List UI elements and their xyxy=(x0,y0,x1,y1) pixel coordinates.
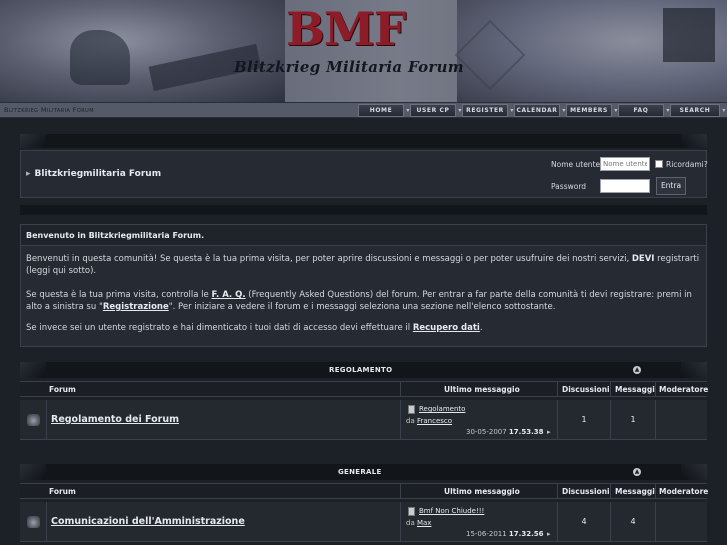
bar-wing-left xyxy=(20,134,46,148)
forum-row: Regolamento dei Forum Regolamento da Fra… xyxy=(20,400,707,440)
go-to-post-icon[interactable]: ▸ xyxy=(547,530,551,538)
nav-register-button[interactable]: REGISTER xyxy=(462,104,514,117)
registration-link[interactable]: Registrazione xyxy=(103,302,169,312)
logo-title[interactable]: BMF xyxy=(286,2,406,56)
document-icon xyxy=(408,507,415,516)
site-name: Blitzkrieg Militaria Forum xyxy=(4,106,94,114)
top-header-bar xyxy=(20,134,707,148)
forum-status-icon xyxy=(27,414,40,426)
nav-home-button[interactable]: HOME xyxy=(358,104,410,117)
col-last-post: Ultimo messaggio xyxy=(444,385,520,394)
col-forum: Forum xyxy=(49,487,76,496)
last-post-date: 30-05-2007 17.53.38 xyxy=(466,428,544,436)
bar-wing-left xyxy=(20,362,46,378)
bar-wing-left xyxy=(20,464,46,480)
password-label: Password xyxy=(551,182,587,191)
last-post-user[interactable]: Francesco xyxy=(417,417,452,425)
welcome-panel: Benvenuto in Blitzkriegmilitaria Forum. … xyxy=(20,224,707,347)
last-post-user[interactable]: Max xyxy=(417,519,431,527)
site-banner: BMF Blitzkrieg Militaria Forum xyxy=(0,0,727,102)
faq-link[interactable]: F. A. Q. xyxy=(211,290,245,300)
col-forum: Forum xyxy=(49,385,76,394)
threads-count: 4 xyxy=(581,517,587,526)
forum-link[interactable]: Regolamento dei Forum xyxy=(51,414,179,425)
welcome-paragraph-2: Se questa è la tua prima visita, control… xyxy=(26,290,692,312)
login-button[interactable]: Entra xyxy=(656,177,686,195)
category-bar: REGOLAMENTO ▲ xyxy=(20,362,707,378)
last-post-title[interactable]: Regolamento xyxy=(419,405,465,413)
posts-count: 1 xyxy=(630,415,636,424)
posts-count: 4 xyxy=(630,517,636,526)
nav-members-button[interactable]: MEMBERS xyxy=(566,104,618,117)
col-moderator: Moderatore xyxy=(659,487,709,496)
collapse-icon[interactable]: ▲ xyxy=(633,468,641,476)
recover-data-link[interactable]: Recupero dati xyxy=(413,323,480,333)
col-posts: Messaggi xyxy=(615,385,655,394)
col-last-post: Ultimo messaggio xyxy=(444,487,520,496)
table-header: Forum Ultimo messaggio Discussioni Messa… xyxy=(20,381,709,397)
bar-wing-right xyxy=(681,464,707,480)
category-title[interactable]: GENERALE xyxy=(338,468,382,476)
last-post-by: da Max xyxy=(406,519,432,527)
navbar: Blitzkrieg Militaria Forum HOME USER CP … xyxy=(0,102,727,118)
nav-faq-button[interactable]: FAQ xyxy=(618,104,670,117)
forum-title[interactable]: ▸ Blitzkriegmilitaria Forum xyxy=(26,169,161,179)
separator-bar xyxy=(20,205,707,215)
forum-row: Comunicazioni dell'Amministrazione Bmf N… xyxy=(20,502,707,542)
col-threads: Discussioni xyxy=(562,487,610,496)
last-post-date: 15-06-2011 17.32.56 xyxy=(466,530,544,538)
nav-search-button[interactable]: SEARCH xyxy=(670,104,726,117)
nav-calendar-button[interactable]: CALENDAR xyxy=(514,104,566,117)
go-to-post-icon[interactable]: ▸ xyxy=(547,428,551,436)
bar-wing-right xyxy=(681,134,707,148)
table-header: Forum Ultimo messaggio Discussioni Messa… xyxy=(20,483,709,499)
forum-link[interactable]: Comunicazioni dell'Amministrazione xyxy=(51,516,245,527)
bar-wing-right xyxy=(681,362,707,378)
username-label: Nome utente xyxy=(551,160,601,169)
category-title[interactable]: REGOLAMENTO xyxy=(329,366,392,374)
welcome-paragraph-3: Se invece sei un utente registrato e hai… xyxy=(26,323,483,333)
category-bar: GENERALE ▲ xyxy=(20,464,707,480)
folder-icon: ▸ xyxy=(26,169,31,179)
remember-checkbox[interactable] xyxy=(655,160,663,168)
remember-label: Ricordami? xyxy=(666,160,708,169)
col-threads: Discussioni xyxy=(562,385,610,394)
password-input[interactable] xyxy=(600,179,650,193)
last-post-title[interactable]: Bmf Non Chiude!!! xyxy=(419,507,484,515)
col-posts: Messaggi xyxy=(615,487,655,496)
threads-count: 1 xyxy=(581,415,587,424)
nav-usercp-button[interactable]: USER CP xyxy=(410,104,462,117)
forum-title-text: Blitzkriegmilitaria Forum xyxy=(34,169,162,179)
banner-photo-left xyxy=(0,0,285,102)
logo-subtitle: Blitzkrieg Militaria Forum xyxy=(234,58,464,76)
last-post-by: da Francesco xyxy=(406,417,453,425)
document-icon xyxy=(408,405,415,414)
col-moderator: Moderatore xyxy=(659,385,709,394)
username-input[interactable] xyxy=(600,157,650,171)
collapse-icon[interactable]: ▲ xyxy=(633,366,641,374)
forum-status-icon xyxy=(27,516,40,528)
welcome-heading: Benvenuto in Blitzkriegmilitaria Forum. xyxy=(21,225,706,246)
welcome-paragraph-1: Benvenuti in questa comunità! Se questa … xyxy=(26,254,700,276)
login-panel: ▸Blitzkriegmilitaria Forum Nome utente R… xyxy=(20,150,708,198)
